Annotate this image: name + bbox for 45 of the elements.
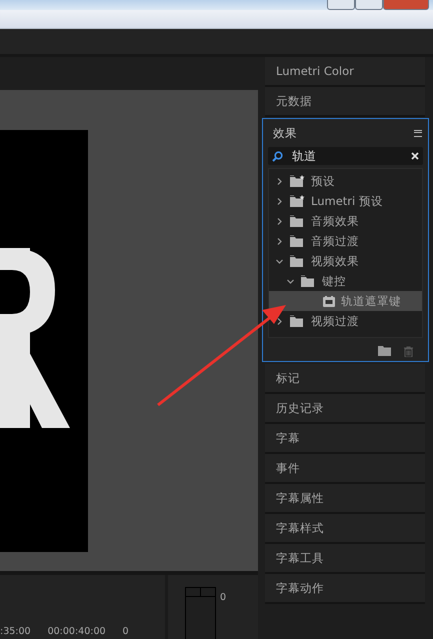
effect-icon xyxy=(323,296,335,306)
chevron-down-icon[interactable] xyxy=(287,278,294,284)
tree-item[interactable]: 预设 xyxy=(269,171,422,191)
tree-item[interactable]: 音频过渡 xyxy=(269,231,422,251)
meter-scale-label: 0 xyxy=(220,592,226,603)
panel-tab[interactable]: 字幕动作 xyxy=(265,574,425,604)
panel-tab[interactable]: 字幕样式 xyxy=(265,514,425,544)
maximize-button[interactable] xyxy=(355,0,383,10)
chevron-right-icon[interactable] xyxy=(276,238,283,244)
panel-tab[interactable]: 事件 xyxy=(265,454,425,484)
timecode: 00:00:40:00 xyxy=(48,626,106,638)
chevron-right-icon[interactable] xyxy=(276,318,283,324)
chevron-right-icon[interactable] xyxy=(276,198,283,204)
panel-title: 效果 xyxy=(273,126,297,140)
chevron-down-icon[interactable] xyxy=(276,258,283,264)
panel-tab[interactable]: 字幕工具 xyxy=(265,544,425,574)
minimize-button[interactable] xyxy=(327,0,355,10)
panel-tab[interactable]: 元数据 xyxy=(265,87,425,117)
panel-tab[interactable]: 历史记录 xyxy=(265,394,425,424)
timecode: 0 xyxy=(122,626,129,638)
timecode: :35:00 xyxy=(0,626,31,638)
clear-icon[interactable] xyxy=(411,152,419,160)
folder-icon[interactable] xyxy=(378,346,391,356)
tree-item[interactable]: 视频过渡 xyxy=(269,311,422,331)
chevron-right-icon[interactable] xyxy=(276,178,283,184)
panel-tab[interactable]: 字幕属性 xyxy=(265,484,425,514)
folder-icon xyxy=(290,255,305,267)
folder-icon xyxy=(301,275,316,287)
tree-item[interactable]: 音频效果 xyxy=(269,211,422,231)
preset-folder-icon xyxy=(290,195,305,207)
menu-icon[interactable] xyxy=(414,130,422,136)
tree-item[interactable]: 视频效果 xyxy=(269,251,422,271)
folder-icon xyxy=(290,315,305,327)
chevron-right-icon[interactable] xyxy=(276,218,283,224)
folder-icon xyxy=(290,235,305,247)
search-icon xyxy=(272,150,283,162)
tree-item[interactable]: Lumetri 预设 xyxy=(269,191,422,211)
folder-icon xyxy=(290,215,305,227)
tree-item[interactable]: 轨道遮罩键 xyxy=(269,291,422,311)
preset-folder-icon xyxy=(290,175,305,187)
search-field[interactable]: 轨道 xyxy=(268,147,423,165)
tree-item[interactable]: 键控 xyxy=(269,271,422,291)
panel-tab[interactable]: 标记 xyxy=(265,364,425,394)
panel-tab[interactable]: 字幕 xyxy=(265,424,425,454)
panel-tab[interactable]: Lumetri Color xyxy=(265,57,425,87)
